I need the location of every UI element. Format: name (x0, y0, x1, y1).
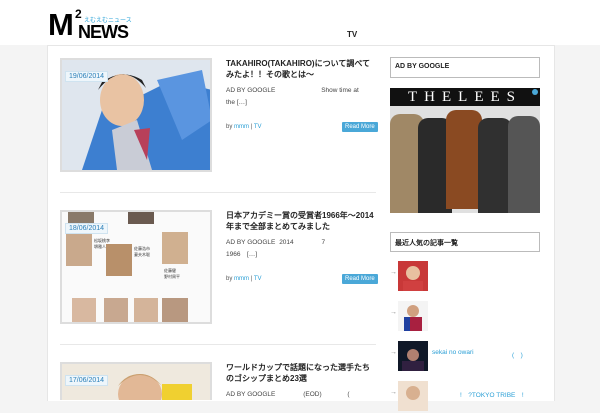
popular-thumbnail[interactable] (398, 341, 428, 371)
coat-image (478, 118, 512, 213)
popular-thumbnail[interactable] (398, 261, 428, 291)
read-more-button[interactable]: Read More (342, 122, 378, 132)
post-title[interactable]: ワールドカップで話題になった選手たちのゴシップまとめ23選 (226, 362, 376, 384)
post-thumbnail[interactable]: 19/06/2014 (60, 58, 212, 172)
sidebar-popular-item[interactable]: → sekai no owari ( ) (390, 341, 540, 373)
post-thumbnail[interactable]: 17/06/2014 (60, 362, 212, 400)
collage-label: 堺雅人 (94, 243, 106, 249)
sidebar-ad-heading: AD BY GOOGLE (390, 57, 540, 78)
post-date: 18/06/2014 (65, 223, 109, 234)
collage-label: 野村周平 (164, 273, 180, 279)
sidebar-popular-item[interactable]: → (390, 301, 540, 333)
popular-item-title[interactable]: sekai no owari (432, 349, 540, 356)
collage-label: 松坂桃李 (94, 237, 110, 243)
meta-by: by (226, 124, 233, 130)
arrow-icon: → (390, 269, 397, 276)
excerpt-text-line2: the […] (226, 99, 247, 106)
post-excerpt: AD BY GOOGLE 2014 7 1966 […] (226, 237, 376, 261)
coat-image (446, 110, 482, 209)
post-excerpt: AD BY GOOGLE Show time at the […] (226, 85, 376, 109)
excerpt-paren: ( (347, 391, 350, 398)
read-more-button[interactable]: Read More (342, 274, 378, 284)
logo-superscript: 2 (75, 7, 82, 21)
post-thumbnail[interactable]: 松坂桃李 堺雅人 佐藤浩市 妻夫木聡 佐藤健 野村周平 18/06/2014 (60, 210, 212, 324)
post-meta: by mmm | TV (226, 276, 261, 282)
excerpt-number: 7 (321, 239, 326, 246)
ad-banner-text: THELEES (390, 88, 540, 106)
author-link[interactable]: mmm (234, 124, 249, 130)
excerpt-ad-label: AD BY GOOGLE (226, 239, 276, 246)
post-excerpt: AD BY GOOGLE (EOD) ( (226, 389, 376, 401)
excerpt-eod: (EOD) (303, 391, 322, 398)
popular-thumbnail[interactable] (398, 381, 428, 411)
excerpt-text-line2: 1966 […] (226, 251, 258, 258)
post-title[interactable]: TAKAHIRO(TAKAHIRO)について調べてみたよ！！その歌とは〜 (226, 58, 376, 80)
arrow-icon: → (390, 309, 397, 316)
meta-separator: | (250, 124, 253, 130)
logo-letter-m: M (48, 7, 74, 42)
post-item: 17/06/2014 ワールドカップで話題になった選手たちのゴシップまとめ23選… (60, 362, 376, 400)
meta-separator: | (250, 276, 253, 282)
excerpt-text: Show time at (321, 87, 359, 94)
coat-image (508, 116, 540, 213)
popular-item-suffix[interactable]: ( ) (512, 349, 523, 359)
author-link[interactable]: mmm (234, 276, 249, 282)
post-meta: by mmm | TV (226, 124, 261, 130)
category-link[interactable]: TV (254, 124, 262, 130)
site-logo[interactable]: M 2 えむえむニュース NEWS (48, 7, 132, 42)
post-item: 19/06/2014 TAKAHIRO(TAKAHIRO)について調べてみたよ！… (60, 58, 378, 178)
meta-by: by (226, 276, 233, 282)
collage-label: 佐藤健 (164, 267, 176, 273)
excerpt-ad-label: AD BY GOOGLE (226, 87, 276, 94)
collage-label: 妻夫木聡 (134, 251, 150, 257)
post-date: 19/06/2014 (65, 71, 109, 82)
popular-thumbnail[interactable] (398, 301, 428, 331)
excerpt-year: 2014 (279, 239, 294, 246)
post-title[interactable]: 日本アカデミー賞の受賞者1966年〜2014年まで全部まとめてみました (226, 210, 376, 232)
post-date: 17/06/2014 (65, 375, 109, 386)
nav-item-tv[interactable]: TV (347, 30, 357, 39)
sidebar-ad-image[interactable]: THELEES (390, 88, 540, 213)
category-link[interactable]: TV (254, 276, 262, 282)
popular-item-title[interactable]: ! ?TOKYO TRIBE ! (460, 389, 568, 399)
post-divider (60, 344, 376, 345)
arrow-icon: → (390, 389, 397, 396)
logo-news: NEWS (78, 22, 129, 42)
site-header: M 2 えむえむニュース NEWS TV (0, 0, 600, 45)
post-divider (60, 192, 376, 193)
collage-label: 佐藤浩市 (134, 245, 150, 251)
sidebar-popular-heading: 最近人気の記事一覧 (390, 232, 540, 252)
arrow-icon: → (390, 349, 397, 356)
ad-choices-icon[interactable] (532, 89, 538, 95)
sidebar-popular-item[interactable]: → ! ?TOKYO TRIBE ! (390, 381, 540, 413)
sidebar-popular-item[interactable]: → (390, 261, 540, 293)
post-item: 松坂桃李 堺雅人 佐藤浩市 妻夫木聡 佐藤健 野村周平 18/06/2014 日… (60, 210, 378, 330)
excerpt-ad-label: AD BY GOOGLE (226, 391, 276, 398)
